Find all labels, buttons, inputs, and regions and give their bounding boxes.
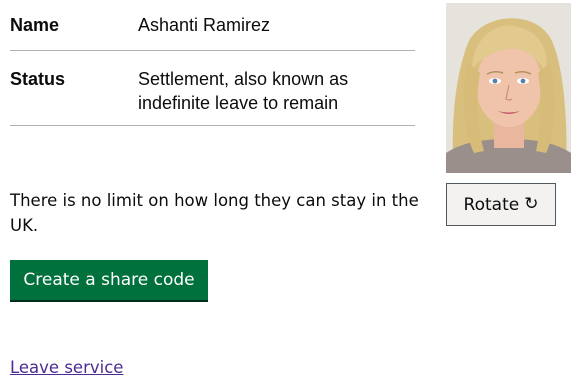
leave-service-link[interactable]: Leave service (10, 357, 123, 379)
summary-row-status: Status Settlement, also known as indefin… (10, 51, 415, 126)
rotate-button[interactable]: Rotate ↻ (446, 183, 556, 226)
portrait-image (446, 3, 571, 173)
summary-list: Name Ashanti Ramirez Status Settlement, … (10, 0, 415, 126)
status-key: Status (10, 69, 66, 89)
rotate-icon: ↻ (524, 194, 539, 214)
summary-row-name: Name Ashanti Ramirez (10, 0, 415, 51)
name-key: Name (10, 15, 60, 35)
portrait-photo (446, 3, 571, 173)
create-share-code-button[interactable]: Create a share code (10, 260, 208, 300)
status-value-line-2: indefinite leave to remain (138, 93, 339, 113)
stay-limit-text: There is no limit on how long they can s… (10, 191, 419, 235)
status-value: Settlement, also known as indefinite lea… (138, 67, 415, 115)
rotate-label: Rotate (463, 194, 520, 215)
status-value-line-1: Settlement, also known as (138, 69, 349, 89)
name-value: Ashanti Ramirez (138, 15, 271, 35)
